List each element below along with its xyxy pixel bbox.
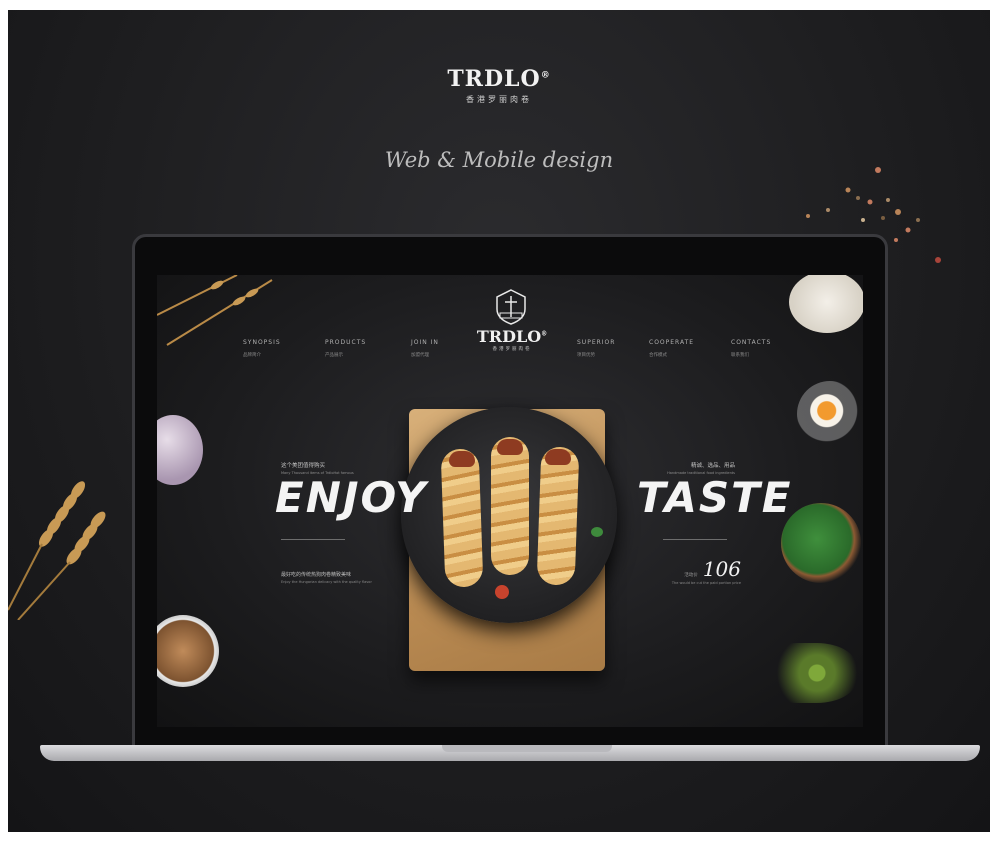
- headline-enjoy: ENJOY: [275, 473, 428, 522]
- price-block: 活动价 106 The would be cut the paid portio…: [645, 557, 741, 585]
- nav-sublabel: 加盟代理: [411, 353, 429, 358]
- hero-left-cn: 这个美团值得购买: [281, 463, 326, 469]
- divider-left: [281, 539, 345, 540]
- pastry-roll-image: [536, 446, 580, 586]
- tomato-garnish: [495, 585, 509, 599]
- pastry-roll-image: [491, 437, 529, 575]
- divider-right: [663, 539, 727, 540]
- egg-bowl-image: [797, 381, 863, 447]
- website-screen: SYNOPSIS 品牌简介 PRODUCTS 产品展示 JOIN IN 加盟代理…: [157, 275, 863, 727]
- sausage-tip: [449, 451, 475, 467]
- olive-branch-image: [757, 643, 857, 703]
- brand-title: TRDLO®: [447, 66, 551, 92]
- brand-header: TRDLO® 香港罗丽肉卷: [8, 66, 990, 105]
- sausage-tip: [545, 449, 571, 465]
- wheat-decoration: [8, 481, 106, 620]
- nav-item-cooperate[interactable]: COOPERATE 合作模式: [649, 339, 694, 358]
- hero-foot-cn: 最好吃的传统热狗肉卷精致美味: [281, 572, 352, 578]
- nav-label: CONTACTS: [731, 339, 772, 346]
- nav-sublabel: 合作模式: [649, 353, 667, 358]
- hero-right-cn: 精诚、选品、用品: [690, 463, 735, 469]
- plate-image: [401, 407, 617, 623]
- hero-foot-en: Enjoy the Hungarian delicacy with the qu…: [281, 580, 372, 584]
- nav-label: SUPERIOR: [577, 339, 616, 346]
- laptop-notch: [442, 745, 612, 752]
- garlic-image: [157, 415, 203, 485]
- brand-subtitle: 香港罗丽肉卷: [466, 95, 532, 104]
- leaf-garnish: [591, 527, 603, 537]
- crest-logo-icon[interactable]: [491, 287, 531, 327]
- nav-sublabel: 产品展示: [325, 353, 343, 358]
- nuts-bowl-image: [157, 615, 219, 687]
- price-label: 活动价: [684, 573, 698, 578]
- hero-intro-right: 精诚、选品、用品 Handmade traditional food ingre…: [645, 461, 735, 475]
- hero-right-en: Handmade traditional food ingredients: [667, 471, 735, 475]
- headline-taste: TASTE: [637, 473, 793, 522]
- nav-item-contacts[interactable]: CONTACTS 联系我们: [731, 339, 771, 358]
- site-logo[interactable]: TRDLO® 香港罗丽肉卷: [457, 327, 567, 352]
- price-note: The would be cut the paid portion price: [671, 581, 741, 585]
- nav-label: PRODUCTS: [325, 339, 367, 346]
- pastry-roll-image: [440, 448, 484, 588]
- flour-bowl-image: [789, 275, 863, 333]
- nav-item-superior[interactable]: SUPERIOR 项目优势: [577, 339, 615, 358]
- nav-label: JOIN IN: [411, 339, 439, 346]
- nav-item-synopsis[interactable]: SYNOPSIS 品牌简介: [243, 339, 281, 358]
- nav-item-products[interactable]: PRODUCTS 产品展示: [325, 339, 366, 358]
- hero-footnote: 最好吃的传统热狗肉卷精致美味 Enjoy the Hungarian delic…: [281, 571, 372, 584]
- laptop-base: [40, 745, 980, 761]
- poster: TRDLO® 香港罗丽肉卷 Web & Mobile design SYNOPS…: [8, 10, 990, 832]
- nav-sublabel: 联系我们: [731, 353, 749, 358]
- nav-sublabel: 品牌简介: [243, 353, 261, 358]
- nav-sublabel: 项目优势: [577, 353, 595, 358]
- laptop-frame: SYNOPSIS 品牌简介 PRODUCTS 产品展示 JOIN IN 加盟代理…: [132, 234, 888, 754]
- nav-label: COOPERATE: [649, 339, 695, 346]
- sausage-tip: [497, 439, 523, 455]
- basil-image: [781, 503, 861, 583]
- price-value: 106: [702, 557, 741, 581]
- nav-item-join-in[interactable]: JOIN IN 加盟代理: [411, 339, 439, 358]
- nav-label: SYNOPSIS: [243, 339, 281, 346]
